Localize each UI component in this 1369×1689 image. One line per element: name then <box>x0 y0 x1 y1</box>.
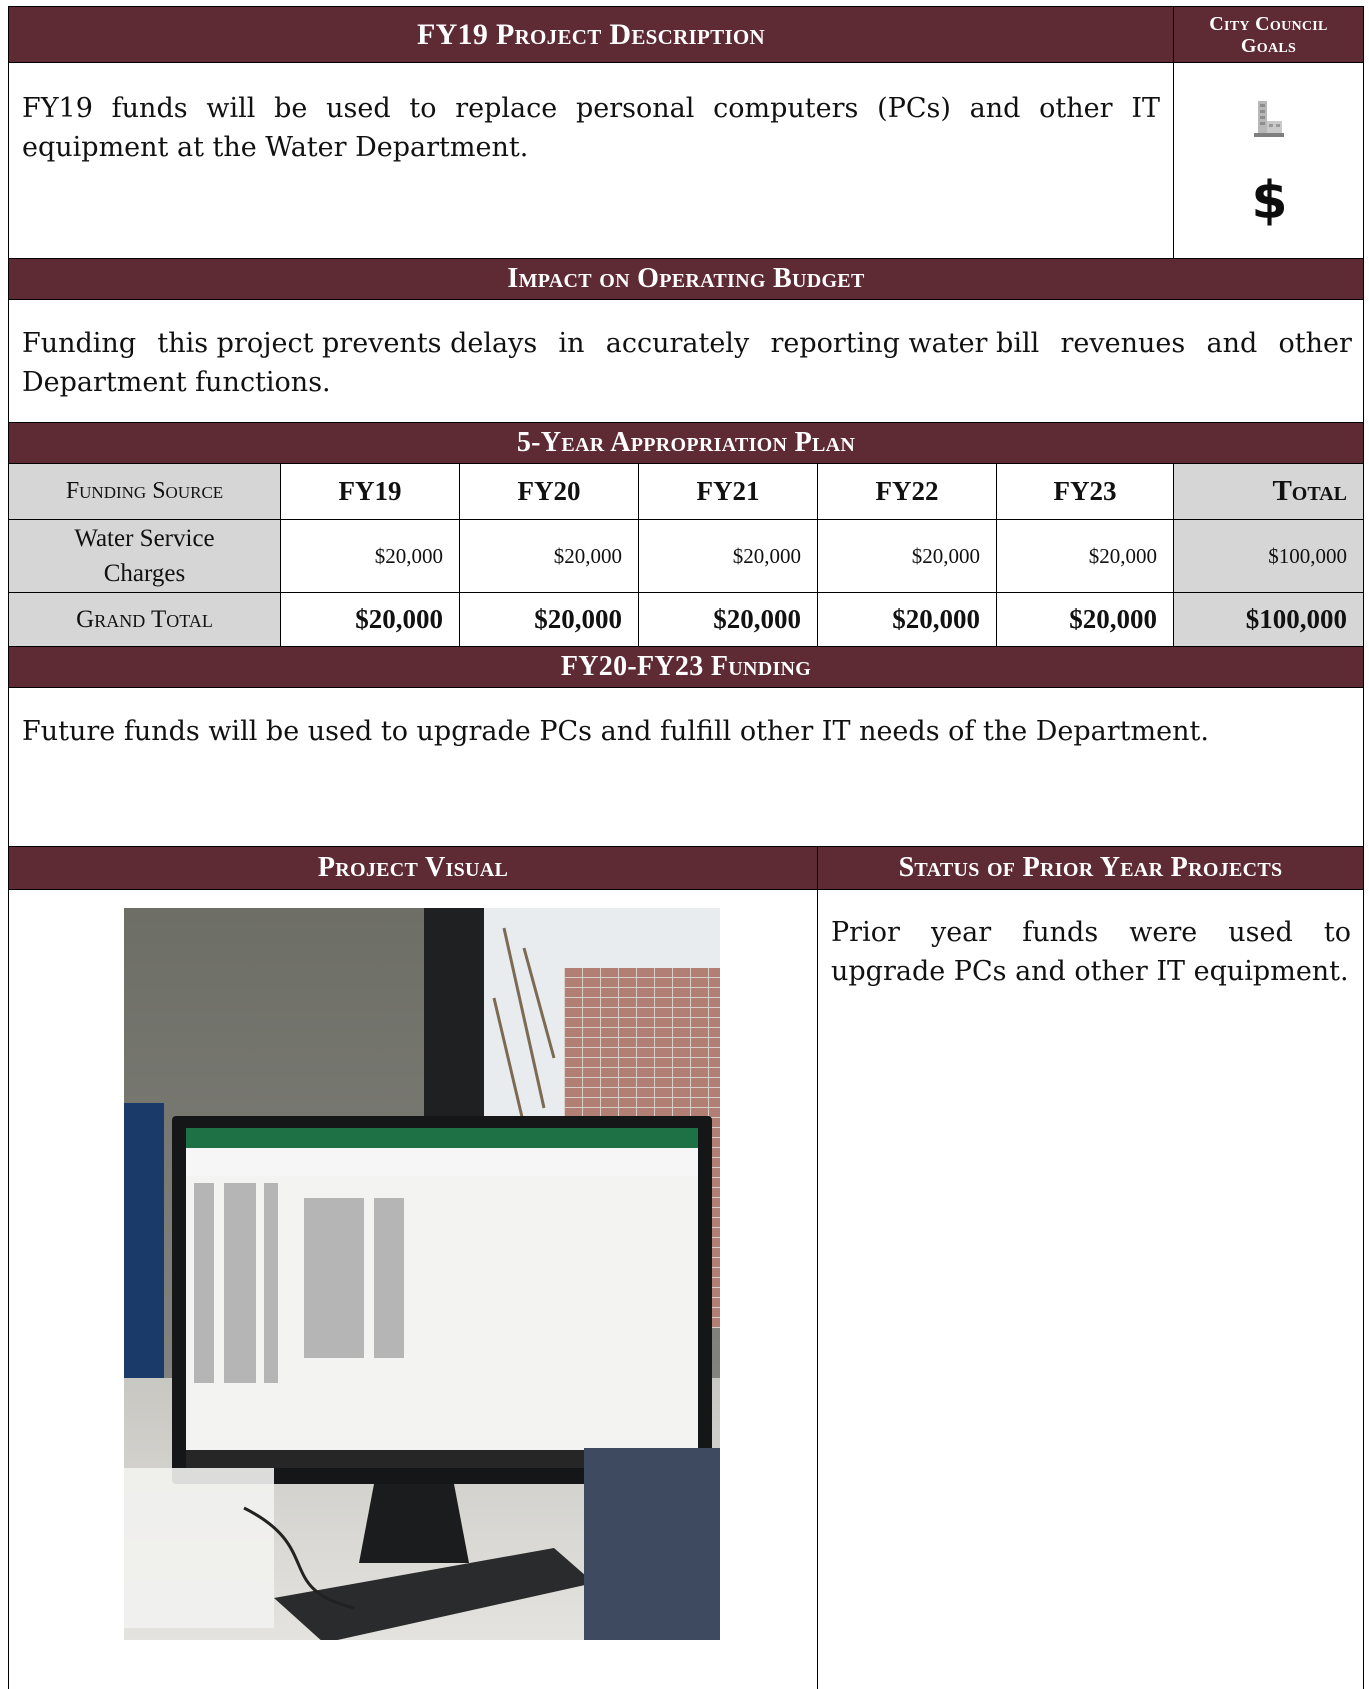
col-header-funding-source: Funding Source <box>8 463 281 520</box>
future-funding-header: FY20-FY23 Funding <box>8 646 1364 688</box>
col-header-fy21: FY21 <box>638 463 818 520</box>
impact-cell: Funding this project prevents delays in acc… <box>8 299 1364 423</box>
impact-header: Impact on Operating Budget <box>8 258 1364 300</box>
future-funding-cell: Future funds will be used to upgrade PCs… <box>8 687 1364 847</box>
building-icon <box>1252 99 1286 139</box>
grand-total-fy20: $20,000 <box>459 592 639 647</box>
col-header-fy19: FY19 <box>280 463 460 520</box>
grand-total-fy23: $20,000 <box>996 592 1174 647</box>
row-fy21-value: $20,000 <box>638 519 818 593</box>
dollar-sign-icon: $ <box>1251 171 1288 231</box>
grand-total-fy19: $20,000 <box>280 592 460 647</box>
row-total-value: $100,000 <box>1173 519 1364 593</box>
impact-text: Funding this project prevents delays in acc… <box>22 324 1352 402</box>
council-goals-title-line1: City Council <box>1209 12 1328 35</box>
status-title: Status of Prior Year Projects <box>898 852 1283 883</box>
impact-text-line1: Funding this project prevents delays in acc… <box>22 328 1352 359</box>
row-source-label: Water Service Charges <box>8 519 281 593</box>
status-cell: Prior year funds were used to upgrade PC… <box>817 889 1364 1689</box>
goals-cell: $ <box>1173 62 1364 259</box>
project-description-title: FY19 Project Description <box>416 17 766 51</box>
col-header-fy22: FY22 <box>817 463 997 520</box>
project-description-header: FY19 Project Description <box>8 6 1174 63</box>
plan-title: 5-Year Appropriation Plan <box>516 427 856 458</box>
row-fy20-value: $20,000 <box>459 519 639 593</box>
project-visual-header: Project Visual <box>8 846 818 890</box>
grand-total-fy22: $20,000 <box>817 592 997 647</box>
future-funding-title: FY20-FY23 Funding <box>560 651 812 682</box>
description-cell: FY19 funds will be used to replace perso… <box>8 62 1174 259</box>
col-header-fy20: FY20 <box>459 463 639 520</box>
row-fy22-value: $20,000 <box>817 519 997 593</box>
grand-total-total: $100,000 <box>1173 592 1364 647</box>
col-header-total: Total <box>1173 463 1364 520</box>
row-fy23-value: $20,000 <box>996 519 1174 593</box>
future-funding-text: Future funds will be used to upgrade PCs… <box>22 716 1209 747</box>
plan-header: 5-Year Appropriation Plan <box>8 422 1364 464</box>
project-visual-title: Project Visual <box>317 852 509 883</box>
project-visual-cell <box>8 889 818 1689</box>
council-goals-title-line2: Goals <box>1240 34 1297 57</box>
grand-total-label: Grand Total <box>8 592 281 647</box>
impact-text-line2: Department functions. <box>22 367 331 398</box>
col-header-fy23: FY23 <box>996 463 1174 520</box>
council-goals-header: City Council Goals <box>1173 6 1364 63</box>
status-text: Prior year funds were used to upgrade PC… <box>831 917 1351 987</box>
grand-total-fy21: $20,000 <box>638 592 818 647</box>
impact-title: Impact on Operating Budget <box>507 263 865 294</box>
row-fy19-value: $20,000 <box>280 519 460 593</box>
status-header: Status of Prior Year Projects <box>817 846 1364 890</box>
description-text: FY19 funds will be used to replace perso… <box>22 93 1160 163</box>
project-photo <box>124 908 720 1640</box>
